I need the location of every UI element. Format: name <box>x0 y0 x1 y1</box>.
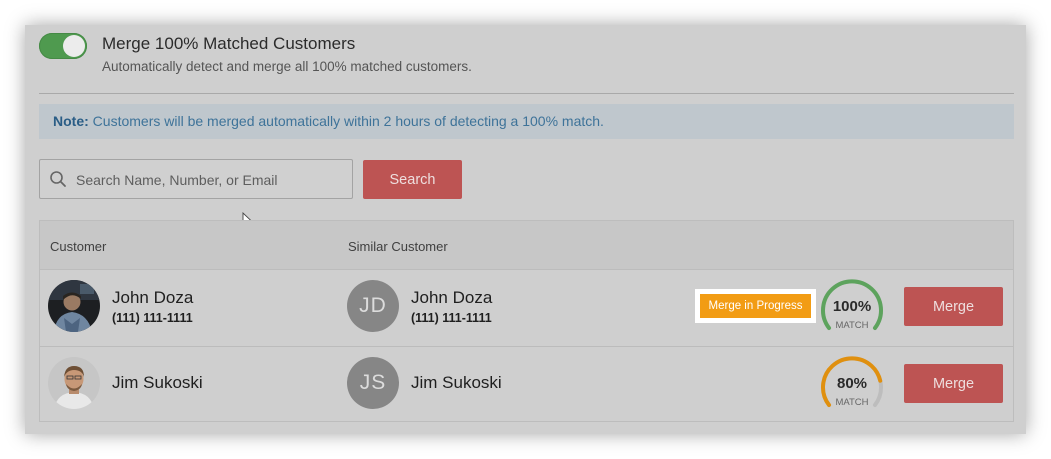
merge-button[interactable]: Merge <box>904 364 1003 403</box>
toggle-knob <box>63 35 85 57</box>
customer-avatar <box>48 357 100 409</box>
divider <box>39 93 1014 94</box>
note-label: Note: <box>53 113 89 129</box>
table-row: Jim Sukoski JS Jim Sukoski 80% MATCH Mer… <box>40 347 1013 423</box>
search-field[interactable] <box>39 159 353 200</box>
note-text: Customers will be merged automatically w… <box>88 113 604 129</box>
match-label: MATCH <box>835 320 869 331</box>
similar-customer-name: John Doza <box>411 288 493 307</box>
column-header-similar-customer: Similar Customer <box>348 239 448 254</box>
similar-customer-name: Jim Sukoski <box>411 373 502 392</box>
search-icon <box>50 171 66 187</box>
column-header-customer: Customer <box>50 239 107 254</box>
merge-toggle[interactable] <box>39 33 87 59</box>
search-button[interactable]: Search <box>363 160 462 199</box>
customer-avatar <box>48 280 100 332</box>
customer-name: Jim Sukoski <box>112 373 203 392</box>
note-banner: Note: Customers will be merged automatic… <box>39 104 1014 139</box>
merge-button[interactable]: Merge <box>904 287 1003 326</box>
customer-name: John Doza <box>112 288 194 307</box>
similar-customer-avatar: JS <box>347 357 399 409</box>
customer-match-table: Customer Similar Customer John Doza (111… <box>39 220 1014 422</box>
table-header: Customer Similar Customer <box>40 221 1013 270</box>
similar-customer-avatar: JD <box>347 280 399 332</box>
match-gauge: 100% MATCH <box>819 278 885 340</box>
match-label: MATCH <box>835 397 869 408</box>
match-percent: 100% <box>832 298 872 315</box>
similar-customer-phone: (111) 111-1111 <box>411 311 492 325</box>
match-gauge: 80% MATCH <box>819 355 885 417</box>
setting-title: Merge 100% Matched Customers <box>102 34 356 53</box>
setting-description: Automatically detect and merge all 100% … <box>102 59 472 74</box>
table-row: John Doza (111) 111-1111 JD John Doza (1… <box>40 270 1013 347</box>
merge-settings-panel: Merge 100% Matched Customers Automatical… <box>25 25 1026 434</box>
merge-status-badge: Merge in Progress <box>700 294 811 318</box>
status-highlight: Merge in Progress <box>695 289 816 323</box>
match-percent: 80% <box>836 375 868 392</box>
search-input[interactable] <box>74 160 348 200</box>
customer-phone: (111) 111-1111 <box>112 311 193 325</box>
